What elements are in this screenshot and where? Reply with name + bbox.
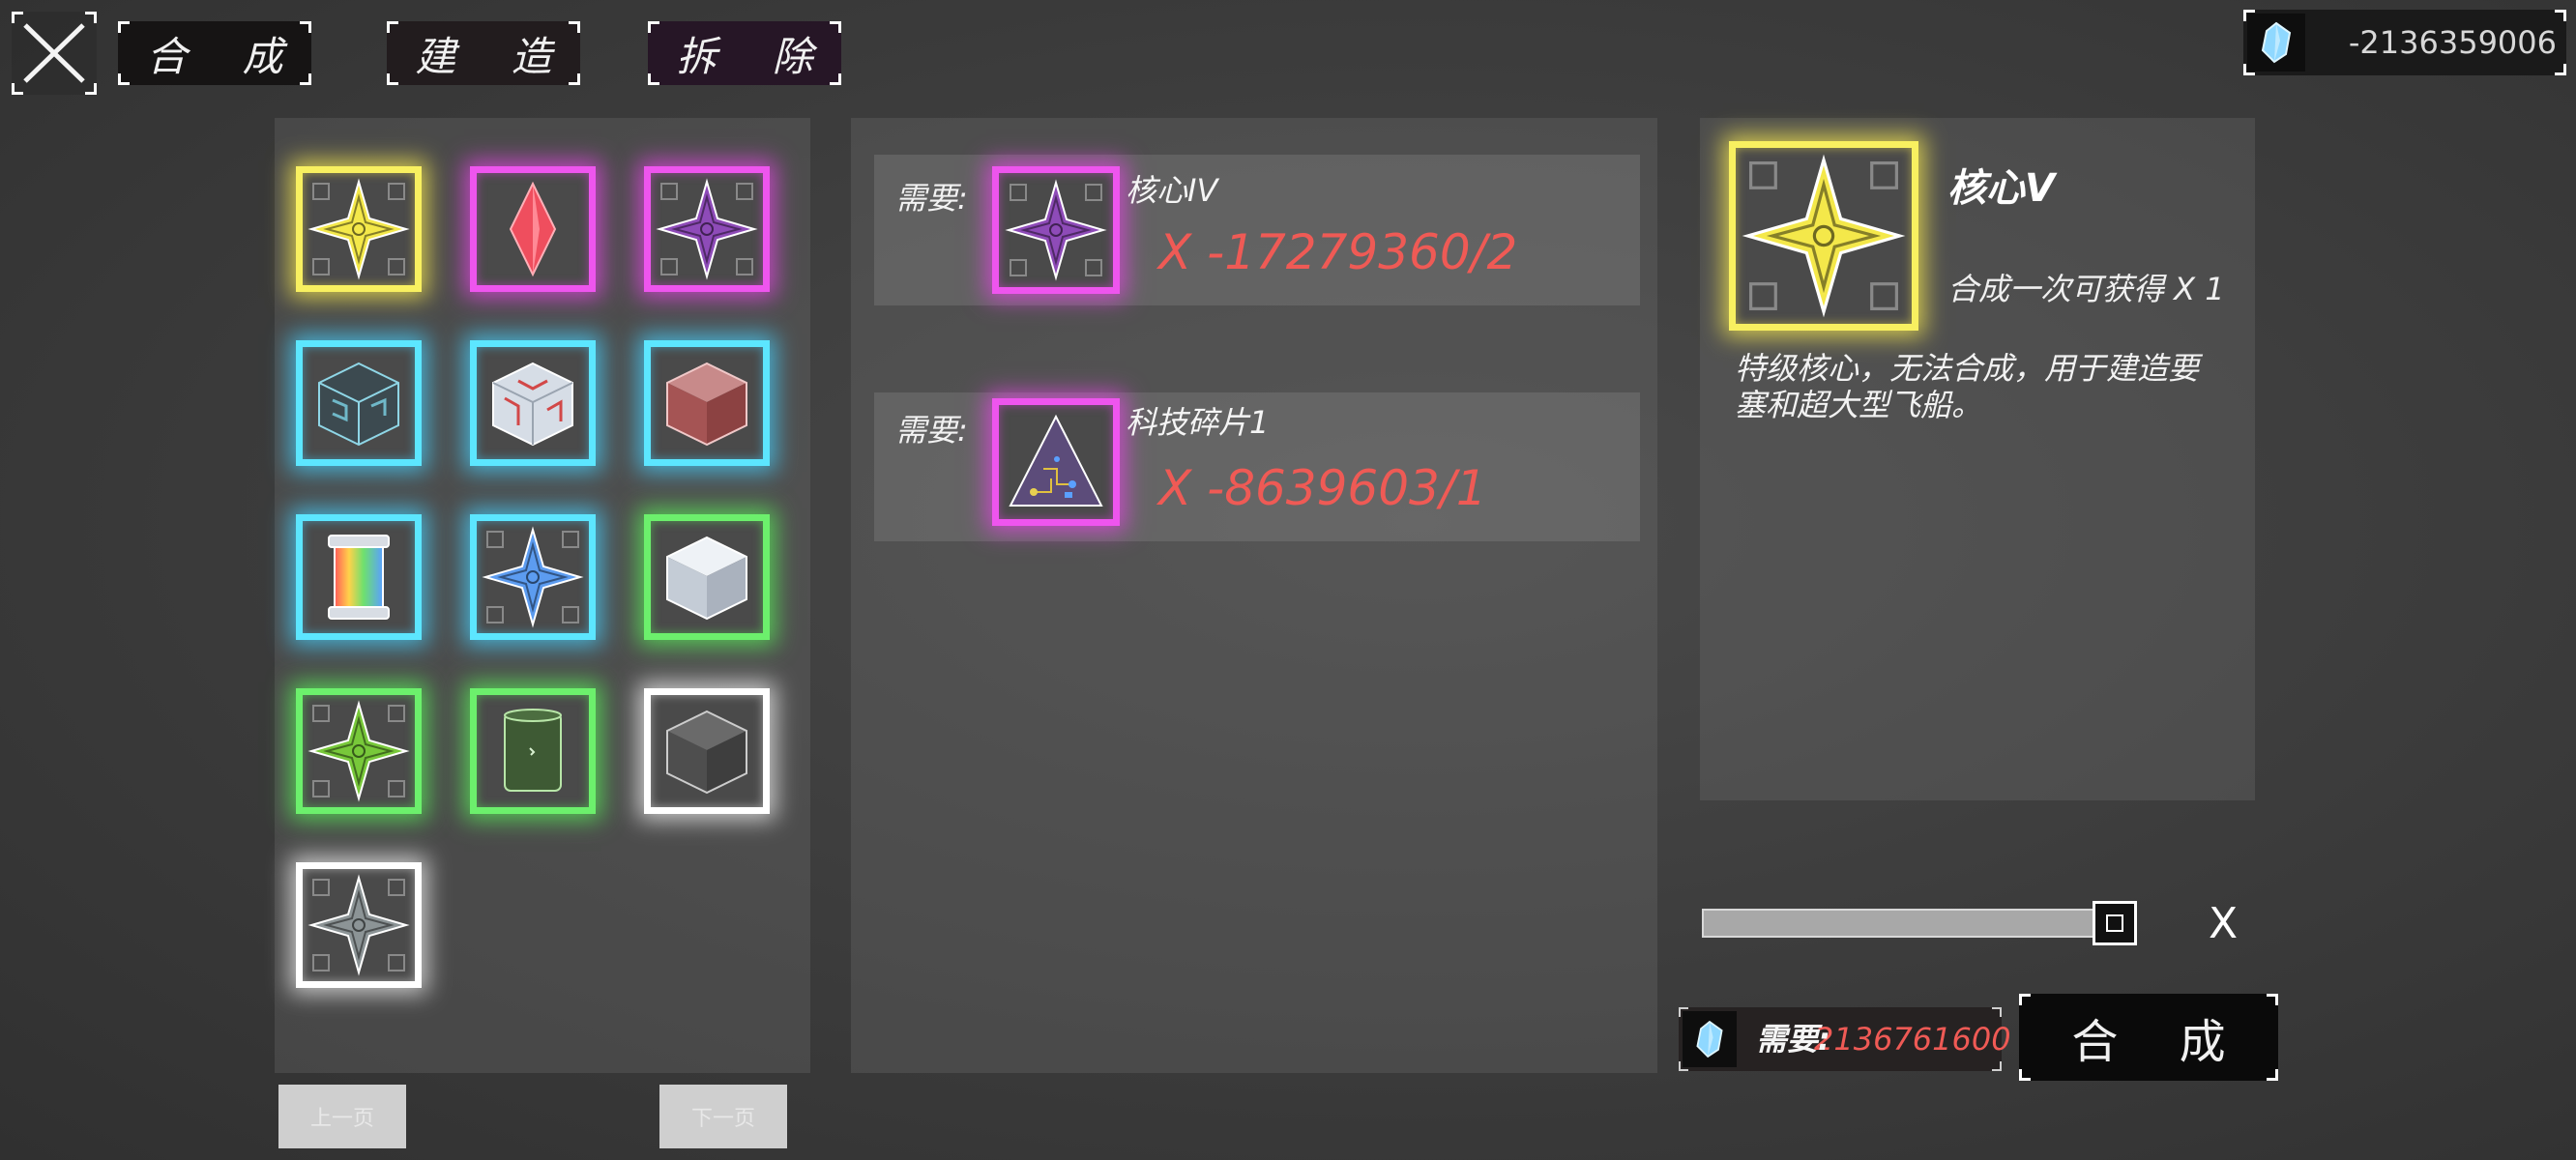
prev-page-button[interactable]: 上一页 xyxy=(278,1085,406,1148)
game-screen: 合 成 建 造 拆 除 -2136359006 上一页 下一页 需要: 核心IV… xyxy=(0,0,2576,1160)
red-gem-icon xyxy=(509,181,557,277)
quantity-multiplier: X xyxy=(2209,899,2239,948)
inventory-slot[interactable] xyxy=(470,166,596,292)
detail-item-description: 特级核心，无法合成，用于建造要塞和超大型飞船。 xyxy=(1735,350,2200,423)
inventory-slot[interactable] xyxy=(296,166,422,292)
tab-dismantle[interactable]: 拆 除 xyxy=(648,21,841,85)
green-canister-icon xyxy=(504,709,562,792)
cost-icon-box xyxy=(1683,1011,1737,1067)
detail-panel: 核心V 合成一次可获得 X 1 特级核心，无法合成，用于建造要塞和超大型飞船。 xyxy=(1700,118,2255,800)
core-v-star-icon xyxy=(310,181,407,277)
dark-maze-cube-icon xyxy=(318,362,399,447)
next-page-button[interactable]: 下一页 xyxy=(659,1085,787,1148)
slider-track xyxy=(1702,909,2137,938)
currency-icon-box xyxy=(2247,14,2305,72)
cost-value: 2136761600 xyxy=(1814,1021,2011,1058)
requirement-name: 科技碎片1 xyxy=(1126,404,1270,441)
red-cube-icon xyxy=(666,362,747,447)
detail-item-slot xyxy=(1729,141,1918,331)
inventory-slot[interactable] xyxy=(296,340,422,466)
detail-item-name: 核心V xyxy=(1947,166,2055,211)
requirement-count: X -8639603/1 xyxy=(1158,460,1487,516)
slider-handle[interactable] xyxy=(2093,901,2137,945)
requirement-label: 需要: xyxy=(895,412,968,449)
inventory-panel xyxy=(275,118,810,1073)
currency-display: -2136359006 xyxy=(2243,10,2566,75)
close-x-icon xyxy=(23,23,85,83)
inventory-slot[interactable] xyxy=(296,514,422,640)
inventory-slot[interactable] xyxy=(296,688,422,814)
requirement-row: 需要: 科技碎片1 X -8639603/1 xyxy=(874,392,1640,541)
inventory-slot[interactable] xyxy=(644,166,770,292)
core-iv-star-icon xyxy=(1008,182,1104,278)
inventory-slot[interactable] xyxy=(296,862,422,988)
inventory-slot[interactable] xyxy=(470,688,596,814)
close-button[interactable] xyxy=(12,12,97,95)
requirement-row: 需要: 核心IV X -17279360/2 xyxy=(874,155,1640,305)
detail-item-yield: 合成一次可获得 X 1 xyxy=(1947,271,2225,307)
rainbow-canister-icon xyxy=(328,535,390,620)
inventory-slot[interactable] xyxy=(644,514,770,640)
inventory-slot[interactable] xyxy=(470,514,596,640)
tab-synthesize[interactable]: 合 成 xyxy=(118,21,311,85)
requirement-item-slot xyxy=(992,166,1120,294)
inventory-slot[interactable] xyxy=(644,688,770,814)
cost-display: 2136761600 需要: xyxy=(1679,1007,2011,1071)
gray-cube-icon xyxy=(666,710,747,795)
quantity-slider[interactable] xyxy=(1702,901,2137,945)
cost-label: 需要: xyxy=(1756,1021,1830,1058)
tech-fragment-triangle-icon xyxy=(1009,414,1103,507)
white-cube-icon xyxy=(666,536,747,621)
currency-value: -2136359006 xyxy=(2348,24,2557,61)
slider-fill xyxy=(1704,911,2117,936)
core-iv-star-icon xyxy=(659,181,755,277)
craft-button[interactable]: 合 成 xyxy=(2019,994,2278,1081)
crystal-icon xyxy=(2261,21,2292,64)
requirement-count: X -17279360/2 xyxy=(1158,224,1518,280)
core-v-star-icon xyxy=(1745,158,1902,314)
requirement-name: 核心IV xyxy=(1126,172,1218,209)
requirements-panel: 需要: 核心IV X -17279360/2 需要: 科技碎片1 X -8639… xyxy=(851,118,1657,1073)
requirement-item-slot xyxy=(992,398,1120,526)
red-circuit-cube-icon xyxy=(492,362,573,447)
tab-build[interactable]: 建 造 xyxy=(387,21,580,85)
crystal-icon xyxy=(1696,1020,1723,1058)
green-star-icon xyxy=(310,703,407,799)
inventory-slot[interactable] xyxy=(470,340,596,466)
gray-star-icon xyxy=(310,877,407,973)
blue-star-icon xyxy=(484,529,581,625)
inventory-slot[interactable] xyxy=(644,340,770,466)
requirement-label: 需要: xyxy=(895,180,968,217)
